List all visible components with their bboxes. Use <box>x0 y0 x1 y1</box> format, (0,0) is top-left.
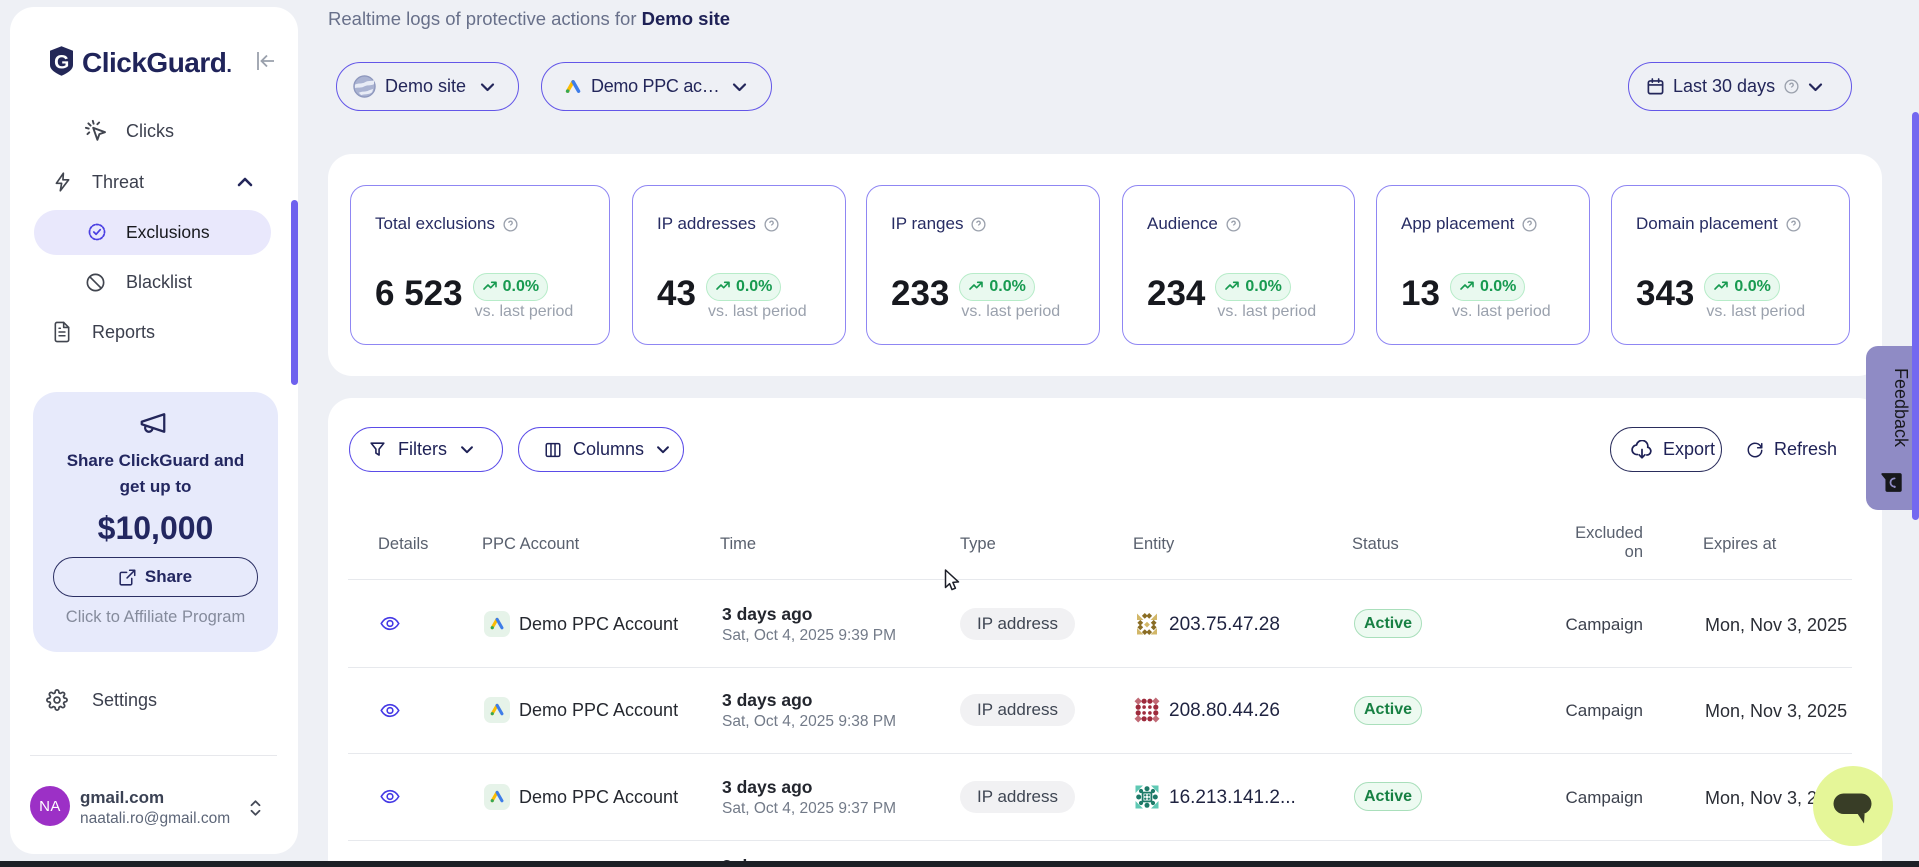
svg-text:G: G <box>54 51 69 73</box>
